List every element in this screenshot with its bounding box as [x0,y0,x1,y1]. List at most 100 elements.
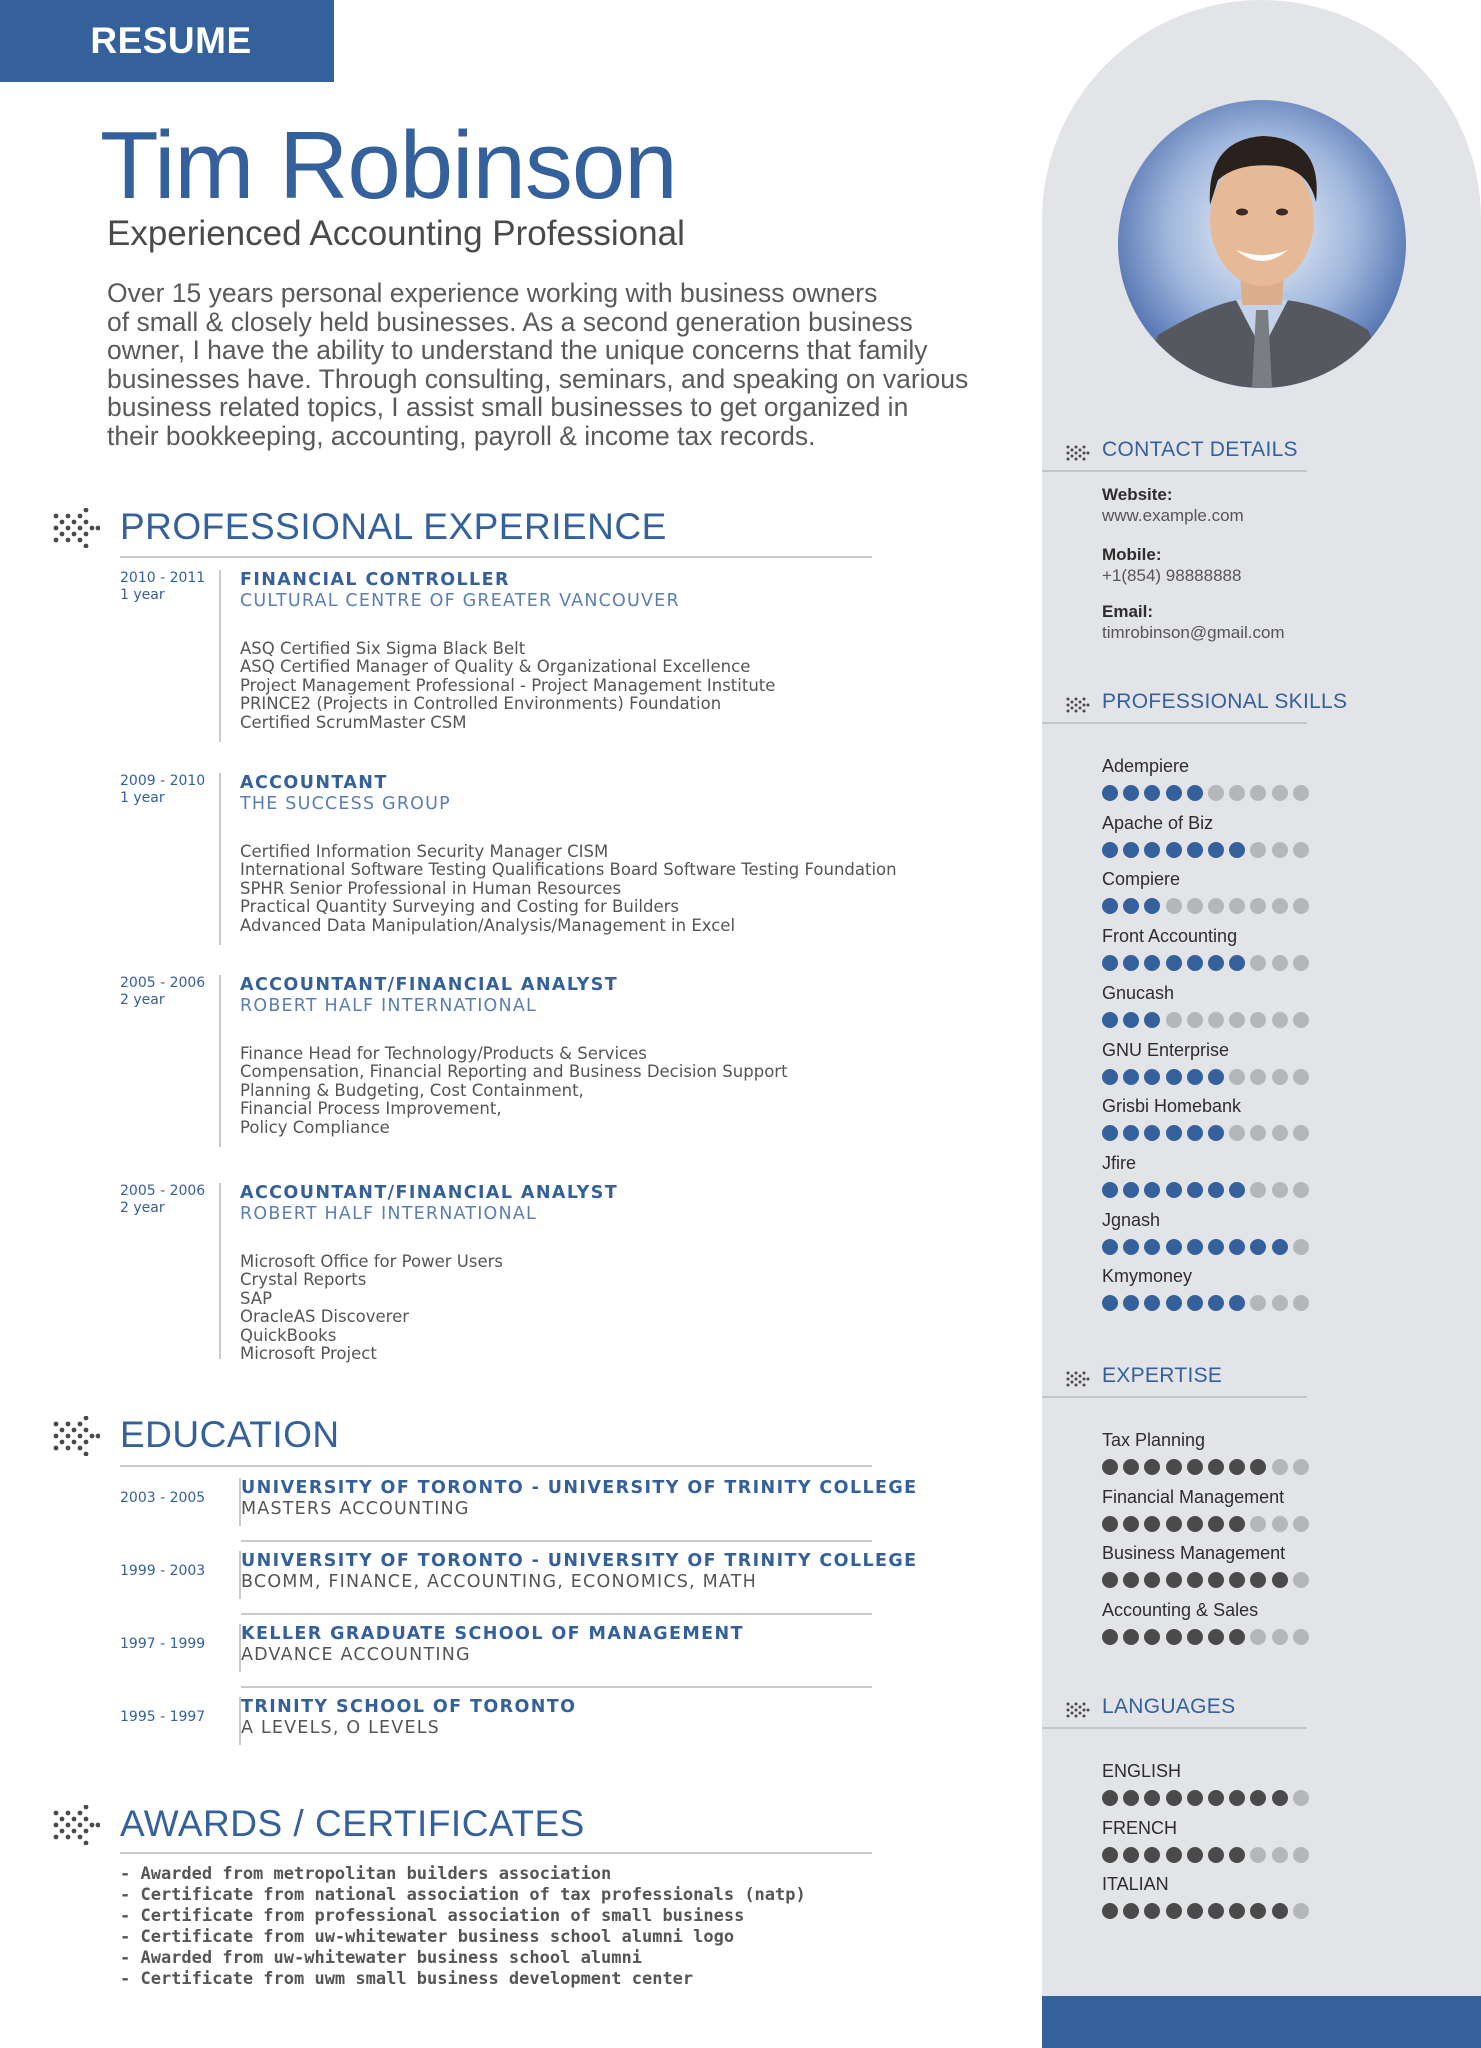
rating-dot-empty [1292,955,1309,972]
education-entry: 1997 - 1999 KELLER GRADUATE SCHOOL OF MA… [120,1624,872,1694]
mobile-value[interactable]: +1(854) 98888888 [1102,566,1241,586]
rating-meter [1102,1846,1322,1863]
rating-dot-empty [1292,1790,1309,1806]
job-year-range: 2010 - 2011 [120,570,206,586]
award-item: - Awarded from uw-whitewater business sc… [120,1948,642,1968]
rating-dot-empty [1292,1295,1309,1312]
rating-dot-empty [1292,1903,1309,1920]
expertise-item: Accounting & Sales [1102,1600,1322,1646]
skills-item: Apache of Biz [1102,813,1322,858]
rating-dot-filled [1229,1181,1246,1198]
rating-dot-empty [1207,785,1224,801]
rating-dot-filled [1165,1459,1182,1475]
job-divider [219,1183,221,1359]
summary-paragraph: Over 15 years personal experience workin… [107,279,1007,451]
rating-dot-empty [1250,1011,1267,1028]
rating-dot-filled [1144,1181,1161,1198]
rating-dot-filled [1165,1903,1182,1920]
job-duration: 1 year [120,587,165,603]
skills-heading: PROFESSIONAL SKILLS [1042,684,1347,724]
languages-item-name: ITALIAN [1102,1874,1169,1895]
rating-dot-empty [1292,1068,1309,1085]
rating-dot-filled [1229,1790,1246,1806]
expertise-item-name: Business Management [1102,1543,1286,1564]
job-years: 2010 - 2011 1 year [120,570,220,604]
rating-dot-filled [1165,1515,1182,1532]
awards-list: - Awarded from metropolitan builders ass… [120,1864,806,1990]
rating-dot-filled [1229,1846,1246,1863]
rating-dot-filled [1144,1629,1161,1646]
expertise-title: EXPERTISE [1102,1364,1223,1387]
skills-item: Adempiere [1102,756,1322,801]
job-years: 2005 - 2006 2 year [120,1183,220,1217]
job-duration: 2 year [120,1200,165,1216]
rating-dot-filled [1186,1790,1203,1806]
languages-rule [1042,1727,1307,1729]
skills-item-name: Gnucash [1102,982,1175,1003]
email-value[interactable]: timrobinson@gmail.com [1102,623,1285,643]
dot-grid-icon [53,508,100,548]
rating-dot-filled [1102,1125,1118,1142]
award-item: - Awarded from metropolitan builders ass… [120,1864,612,1884]
website-label: Website: [1102,485,1173,504]
website-value[interactable]: www.example.com [1102,506,1244,526]
job-items: ASQ Certified Six Sigma Black Belt ASQ C… [240,639,775,732]
rating-dot-filled [1123,1068,1140,1085]
rating-dot-empty [1292,1459,1309,1475]
rating-dot-empty [1186,898,1203,915]
rating-dot-empty [1250,1181,1267,1198]
rating-dot-filled [1207,1572,1224,1589]
job-item: Microsoft Project [240,1344,377,1364]
dot-grid-icon [1066,1371,1090,1387]
rating-dot-filled [1123,1011,1140,1028]
skills-item-name: Jgnash [1102,1209,1161,1230]
rating-dot-filled [1186,1572,1203,1589]
job-company: ROBERT HALF INTERNATIONAL [240,1204,537,1224]
rating-dot-filled [1165,1238,1182,1255]
education-degree: BCOMM, FINANCE, ACCOUNTING, ECONOMICS, M… [241,1572,757,1592]
rating-dot-filled [1207,955,1224,972]
dot-grid-icon [1066,1702,1090,1718]
job-company: CULTURAL CENTRE OF GREATER VANCOUVER [240,591,680,611]
rating-meter [1102,955,1322,972]
rating-dot-filled [1123,1295,1140,1312]
summary-line: business related topics, I assist small … [107,392,909,423]
rating-dot-filled [1144,1459,1161,1475]
experience-title: PROFESSIONAL EXPERIENCE [120,506,667,547]
rating-dot-filled [1229,1903,1246,1920]
rating-dot-empty [1250,1295,1267,1312]
expertise-heading: EXPERTISE [1042,1358,1307,1398]
rating-dot-filled [1144,1068,1161,1085]
rating-dot-filled [1250,1903,1267,1920]
rating-dot-filled [1102,1572,1118,1589]
rating-dot-filled [1144,1903,1161,1920]
rating-dot-filled [1102,1459,1118,1475]
rating-dot-filled [1123,1903,1140,1920]
rating-dot-filled [1144,1846,1161,1863]
rating-dot-filled [1102,1238,1118,1255]
education-entry: 1995 - 1997 TRINITY SCHOOL OF TORONTO A … [120,1697,872,1767]
rating-dot-filled [1123,1515,1140,1532]
skills-item-name: Jfire [1102,1152,1137,1173]
rating-dot-filled [1144,898,1161,915]
email-label: Email: [1102,602,1154,621]
education-years: 1997 - 1999 [120,1636,206,1652]
languages-title: LANGUAGES [1102,1695,1236,1718]
job-item: ASQ Certified Manager of Quality & Organ… [240,657,751,677]
rating-dot-filled [1229,1238,1246,1255]
rating-dot-filled [1123,955,1140,972]
rating-dot-empty [1207,1011,1224,1028]
job-item: Policy Compliance [240,1117,390,1137]
rating-dot-filled [1165,1125,1182,1142]
rating-dot-empty [1250,841,1267,858]
education-years: 2003 - 2005 [120,1490,206,1506]
rating-dot-empty [1250,1629,1267,1646]
rating-meter [1102,1903,1322,1920]
award-item: - Certificate from national association … [120,1885,806,1905]
job-company: ROBERT HALF INTERNATIONAL [240,996,537,1016]
education-title: EDUCATION [120,1414,340,1455]
rating-dot-filled [1207,1181,1224,1198]
skills-item-name: Front Accounting [1102,926,1238,947]
rating-dot-filled [1123,1238,1140,1255]
skills-item: GNU Enterprise [1102,1040,1322,1085]
